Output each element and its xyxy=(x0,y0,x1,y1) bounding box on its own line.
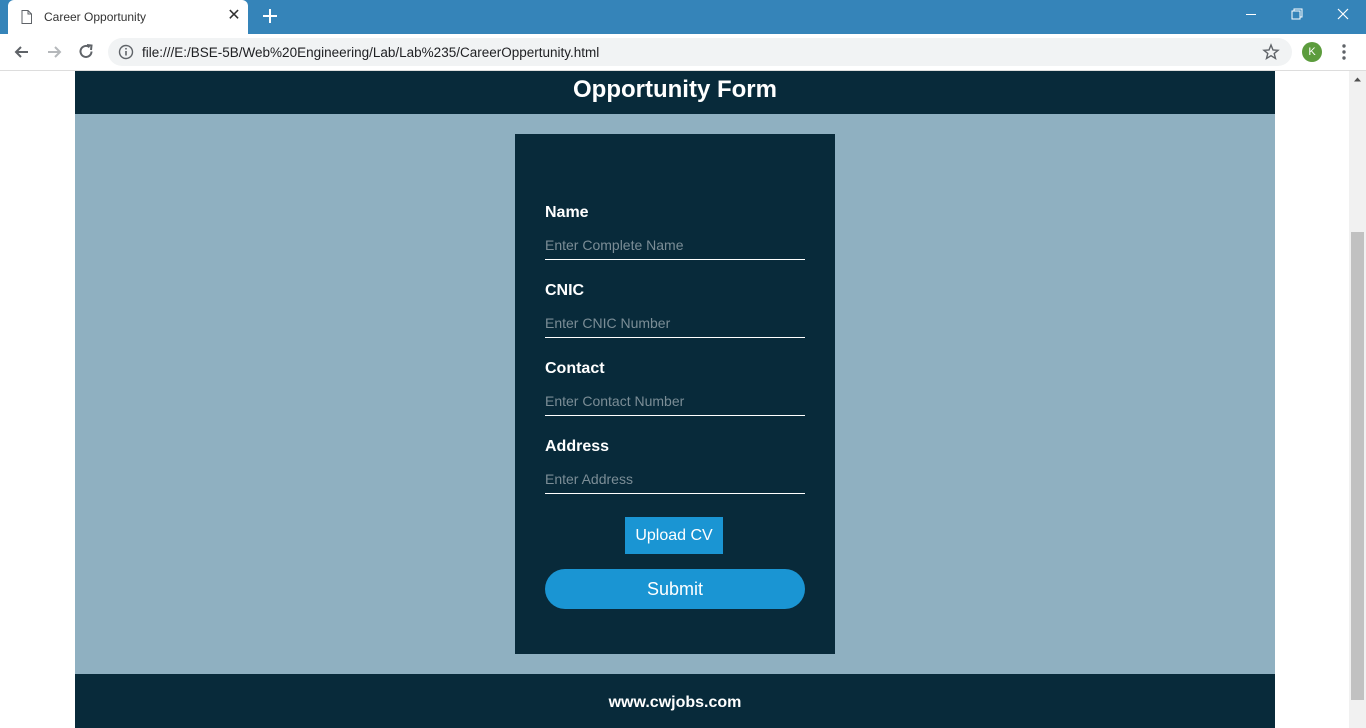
page-viewport: Opportunity Form Name CNIC Contact Addre… xyxy=(0,71,1366,728)
page-icon xyxy=(21,10,32,24)
minimize-icon[interactable] xyxy=(1228,0,1274,30)
upload-cv-button[interactable]: Upload CV xyxy=(625,517,723,554)
bookmark-star-icon[interactable] xyxy=(1262,43,1280,61)
contact-label: Contact xyxy=(545,360,605,377)
browser-tab[interactable]: Career Opportunity ✕ xyxy=(8,0,248,34)
cnic-field: CNIC xyxy=(545,282,805,338)
forward-icon[interactable] xyxy=(44,42,64,62)
page-title: Opportunity Form xyxy=(573,76,777,103)
browser-titlebar: Career Opportunity ✕ xyxy=(0,0,1366,34)
profile-avatar[interactable]: K xyxy=(1302,42,1322,62)
main-area: Name CNIC Contact Address Upload CV Subm… xyxy=(75,114,1275,674)
cnic-label: CNIC xyxy=(545,282,585,299)
contact-input[interactable] xyxy=(545,386,805,416)
new-tab-icon[interactable] xyxy=(260,6,280,26)
browser-toolbar: file:///E:/BSE-5B/Web%20Engineering/Lab/… xyxy=(0,34,1366,71)
cnic-input[interactable] xyxy=(545,308,805,338)
submit-button[interactable]: Submit xyxy=(545,569,805,609)
close-tab-icon[interactable]: ✕ xyxy=(226,8,242,24)
info-icon[interactable] xyxy=(118,44,134,60)
close-window-icon[interactable] xyxy=(1320,0,1366,30)
opportunity-form: Name CNIC Contact Address Upload CV Subm… xyxy=(515,134,835,654)
scrollbar-thumb[interactable] xyxy=(1351,232,1364,700)
back-icon[interactable] xyxy=(12,42,32,62)
page-content: Opportunity Form Name CNIC Contact Addre… xyxy=(75,71,1275,728)
restore-icon[interactable] xyxy=(1274,0,1320,30)
vertical-scrollbar[interactable] xyxy=(1349,71,1366,728)
address-label: Address xyxy=(545,438,610,455)
address-field: Address xyxy=(545,438,805,494)
menu-dots-icon[interactable] xyxy=(1336,42,1352,62)
address-bar[interactable]: file:///E:/BSE-5B/Web%20Engineering/Lab/… xyxy=(108,38,1292,66)
scroll-up-arrow-icon[interactable] xyxy=(1349,71,1366,88)
tab-title: Career Opportunity xyxy=(44,10,147,24)
footer-text: www.cwjobs.com xyxy=(608,694,742,711)
address-input[interactable] xyxy=(545,464,805,494)
page-header: Opportunity Form xyxy=(75,71,1275,114)
reload-icon[interactable] xyxy=(76,42,96,62)
url-text[interactable]: file:///E:/BSE-5B/Web%20Engineering/Lab/… xyxy=(142,45,599,60)
name-label: Name xyxy=(545,204,589,221)
name-input[interactable] xyxy=(545,230,805,260)
page-footer: www.cwjobs.com xyxy=(75,674,1275,728)
contact-field: Contact xyxy=(545,360,805,416)
name-field: Name xyxy=(545,204,805,260)
